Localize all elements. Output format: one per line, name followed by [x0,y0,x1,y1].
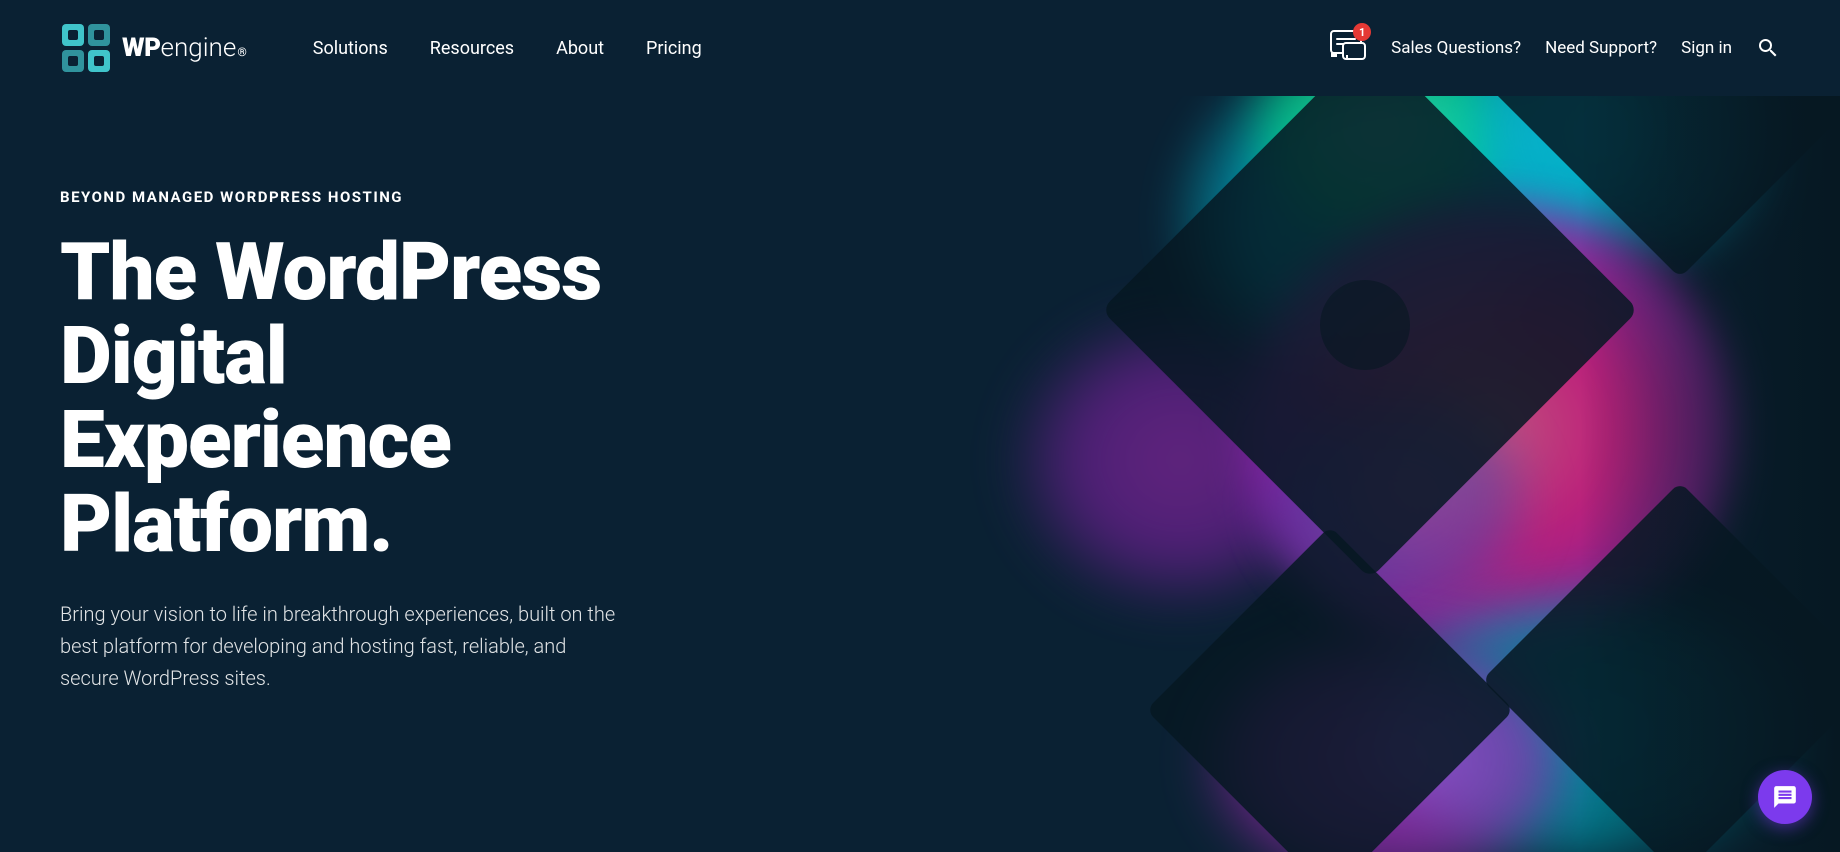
hero-title: The WordPress Digital Experience Platfor… [60,230,760,566]
nav-link-resources[interactable]: Resources [414,30,530,67]
nav-link-about[interactable]: About [540,30,620,67]
dark-shapes [860,0,1840,852]
logo[interactable]: WP engine ® [60,22,247,74]
edge-overlay [1580,0,1840,852]
logo-wp: WP [122,33,161,63]
nav-link-pricing[interactable]: Pricing [630,30,718,67]
need-support-link[interactable]: Need Support? [1545,38,1657,58]
sign-in-link[interactable]: Sign in [1681,38,1732,58]
navbar-right: 1 Sales Questions? Need Support? Sign in [1329,27,1780,69]
hero-title-line2: Experience Platform. [60,393,451,571]
search-button[interactable] [1756,36,1780,60]
logo-icon [60,22,112,74]
chat-widget-button[interactable] [1758,770,1812,824]
logo-engine: engine [161,33,237,63]
hero-section: BEYOND MANAGED WORDPRESS HOSTING The Wor… [0,0,1840,852]
hero-content: BEYOND MANAGED WORDPRESS HOSTING The Wor… [60,158,760,694]
nav-links: Solutions Resources About Pricing [297,30,718,67]
hero-eyebrow: BEYOND MANAGED WORDPRESS HOSTING [60,188,760,206]
sales-chat-icon-wrapper[interactable]: 1 [1329,27,1367,69]
hero-subtitle: Bring your vision to life in breakthroug… [60,598,620,694]
diamond-shape-4 [1146,526,1514,852]
chat-widget-icon [1772,784,1798,810]
navbar-left: WP engine ® Solutions Resources About Pr… [60,22,718,74]
hero-background-art [860,0,1840,852]
circle-cutout [1320,280,1410,370]
nav-link-solutions[interactable]: Solutions [297,30,404,67]
logo-text: WP engine ® [122,33,247,63]
navbar: WP engine ® Solutions Resources About Pr… [0,0,1840,96]
notification-badge: 1 [1353,23,1371,41]
sales-questions-link[interactable]: Sales Questions? [1391,38,1521,58]
search-icon [1756,36,1780,60]
logo-registered: ® [237,45,246,59]
hero-title-line1: The WordPress Digital [60,225,601,403]
